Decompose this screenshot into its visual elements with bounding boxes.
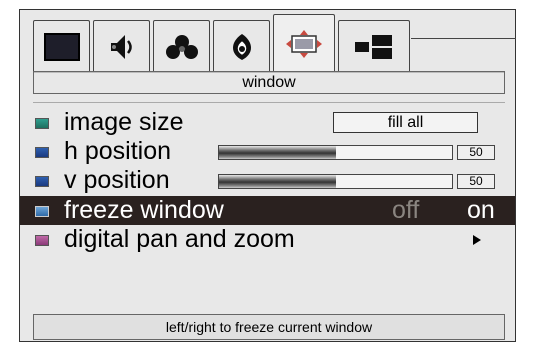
freeze-window-icon: [35, 206, 49, 217]
osd-menu: window image size fill all h position 50…: [19, 9, 516, 342]
tab-brightness[interactable]: [213, 20, 270, 72]
setup-icon: [355, 34, 392, 59]
v-position-slider-fill: [219, 175, 336, 188]
digital-pan-zoom-icon: [35, 235, 49, 246]
submenu-arrow-icon[interactable]: [473, 235, 481, 245]
window-icon: [286, 29, 322, 58]
menu-item-h-position[interactable]: h position 50: [20, 137, 515, 166]
v-position-icon: [35, 176, 49, 187]
h-position-value: 50: [457, 145, 495, 160]
h-position-slider-fill: [219, 146, 336, 159]
tab-color[interactable]: [153, 20, 210, 72]
tab-window[interactable]: [273, 14, 335, 72]
tab-setup[interactable]: [338, 20, 410, 72]
tab-bar: [20, 10, 516, 72]
menu-item-label: digital pan and zoom: [64, 225, 295, 253]
menu-item-label: image size: [64, 108, 184, 136]
tab-bar-line: [411, 38, 516, 39]
h-position-slider[interactable]: [218, 145, 453, 160]
menu-item-v-position[interactable]: v position 50: [20, 166, 515, 195]
menu-item-digital-pan-zoom[interactable]: digital pan and zoom: [20, 225, 515, 254]
v-position-value: 50: [457, 174, 495, 189]
color-icon: [165, 34, 198, 59]
menu-item-label: h position: [64, 137, 172, 165]
freeze-off-option[interactable]: off: [392, 196, 419, 225]
h-position-icon: [35, 147, 49, 158]
image-size-value[interactable]: fill all: [333, 112, 478, 133]
menu-item-label: freeze window: [64, 196, 224, 224]
picture-icon: [43, 32, 80, 61]
menu-item-freeze-window[interactable]: freeze window off on: [20, 196, 515, 225]
hint-bar: left/right to freeze current window: [33, 314, 505, 340]
divider: [33, 102, 505, 103]
image-size-icon: [35, 118, 49, 129]
audio-icon: [110, 34, 132, 59]
menu-item-image-size[interactable]: image size fill all: [20, 108, 515, 137]
tab-audio[interactable]: [93, 20, 150, 72]
freeze-on-option[interactable]: on: [467, 196, 495, 225]
page-title: window: [33, 71, 505, 94]
menu-item-label: v position: [64, 166, 170, 194]
brightness-icon: [232, 33, 251, 60]
v-position-slider[interactable]: [218, 174, 453, 189]
tab-picture[interactable]: [33, 20, 90, 72]
